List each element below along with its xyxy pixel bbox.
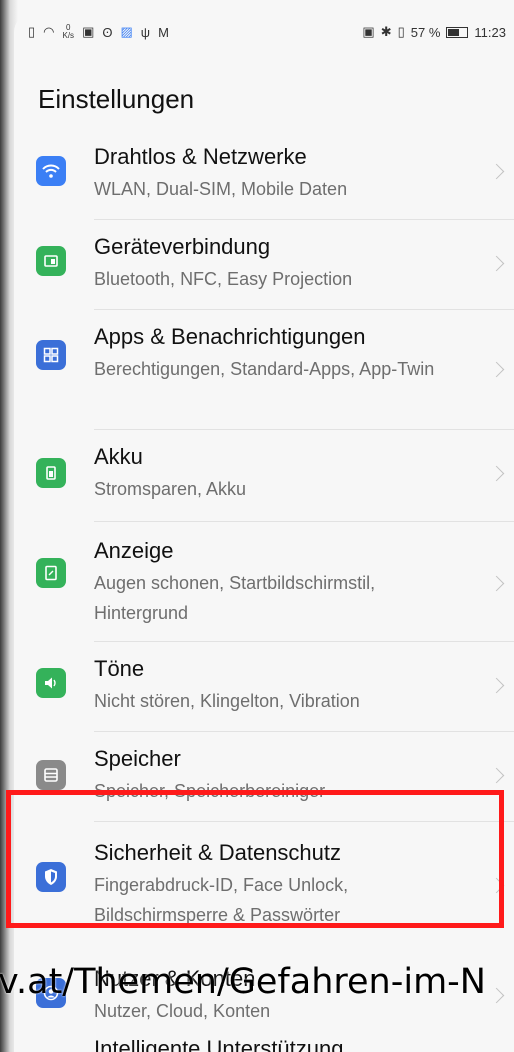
settings-item-title: Intelligente Unterstützung: [94, 1036, 344, 1052]
chevron-right-icon: [488, 987, 505, 1004]
settings-item-subtitle: Augen schonen, Startbildschirmstil, Hint…: [94, 573, 376, 623]
settings-item-title: Töne: [94, 656, 145, 681]
settings-item-smart-assistance[interactable]: Intelligente Unterstützung: [14, 1036, 514, 1052]
usb-icon: ψ: [140, 24, 151, 40]
settings-item-title: Anzeige: [94, 538, 174, 563]
bluetooth-icon: ✱: [380, 24, 392, 39]
status-right-icons: ▣ ✱ ▯ 57 % 11:23: [362, 24, 506, 40]
vibrate-icon: ▯: [397, 24, 405, 39]
battery-icon: [446, 26, 469, 38]
nfc-icon: ▣: [362, 24, 375, 39]
settings-item-title: Drahtlos & Netzwerke: [94, 144, 307, 169]
battery-percent: 57 %: [410, 24, 441, 40]
chevron-right-icon: [488, 465, 505, 482]
settings-item-apps-notifications[interactable]: Apps & Benachrichtigungen Berechtigungen…: [14, 310, 514, 430]
settings-item-title: Speicher: [94, 746, 181, 771]
settings-item-storage[interactable]: Speicher Speicher, Speicherbereiniger: [14, 732, 514, 822]
mail-icon: M: [158, 24, 169, 40]
chevron-right-icon: [488, 877, 505, 894]
chevron-right-icon: [488, 255, 505, 272]
status-left-icons: ▯ ◠ 0 K/s ▣ ʘ ▨ ψ M: [28, 24, 169, 40]
settings-item-title: Apps & Benachrichtigungen: [94, 324, 366, 349]
settings-item-subtitle: Speicher, Speicherbereiniger: [94, 781, 326, 801]
sim-card-icon: ▯: [28, 24, 36, 39]
storage-icon: [36, 760, 66, 790]
settings-item-subtitle: Bluetooth, NFC, Easy Projection: [94, 269, 353, 289]
settings-item-wireless[interactable]: Drahtlos & Netzwerke WLAN, Dual-SIM, Mob…: [14, 132, 514, 220]
page-title: Einstellungen: [38, 84, 195, 114]
settings-item-subtitle: Fingerabdruck-ID, Face Unlock, Bildschir…: [94, 875, 349, 925]
wifi-status-icon: ◠: [43, 24, 55, 39]
sound-icon: [36, 668, 66, 698]
settings-item-display[interactable]: Anzeige Augen schonen, Startbildschirmst…: [14, 522, 514, 642]
clock: 11:23: [474, 24, 506, 40]
settings-item-sounds[interactable]: Töne Nicht stören, Klingelton, Vibration: [14, 642, 514, 732]
settings-item-security-privacy[interactable]: Sicherheit & Datenschutz Fingerabdruck-I…: [14, 822, 514, 952]
wifi-icon: [36, 156, 66, 186]
settings-item-title: Sicherheit & Datenschutz: [94, 840, 342, 865]
chevron-right-icon: [488, 677, 505, 694]
battery-icon: [36, 458, 66, 488]
settings-item-battery[interactable]: Akku Stromsparen, Akku: [14, 430, 514, 522]
url-watermark: v.at/Themen/Gefahren-im-N: [0, 962, 486, 1002]
image-icon: ▨: [120, 24, 133, 39]
apps-grid-icon: [36, 340, 66, 370]
settings-item-subtitle: WLAN, Dual-SIM, Mobile Daten: [94, 179, 348, 199]
settings-item-subtitle: Stromsparen, Akku: [94, 479, 247, 499]
settings-item-title: Akku: [94, 444, 143, 469]
settings-item-subtitle: Berechtigungen, Standard-Apps, App-Twin: [94, 359, 435, 379]
shield-icon: [36, 862, 66, 892]
chevron-right-icon: [488, 361, 505, 378]
gallery-icon: ▣: [82, 24, 95, 39]
device-connection-icon: [36, 246, 66, 276]
chevron-right-icon: [488, 767, 505, 784]
settings-item-device-connection[interactable]: Geräteverbindung Bluetooth, NFC, Easy Pr…: [14, 220, 514, 310]
settings-screen: ▯ ◠ 0 K/s ▣ ʘ ▨ ψ M ▣ ✱ ▯ 57 % 11:23 Eins…: [14, 14, 514, 1052]
status-bar: ▯ ◠ 0 K/s ▣ ʘ ▨ ψ M ▣ ✱ ▯ 57 % 11:23: [14, 14, 514, 50]
display-icon: [36, 558, 66, 588]
settings-item-title: Geräteverbindung: [94, 234, 271, 259]
settings-item-subtitle: Nicht stören, Klingelton, Vibration: [94, 691, 360, 711]
data-speed-icon: 0 K/s: [62, 23, 75, 40]
phone-frame: ▯ ◠ 0 K/s ▣ ʘ ▨ ψ M ▣ ✱ ▯ 57 % 11:23 Eins…: [0, 0, 514, 1052]
chevron-right-icon: [488, 575, 505, 592]
chevron-right-icon: [488, 163, 505, 180]
cat-icon: ʘ: [102, 24, 113, 40]
